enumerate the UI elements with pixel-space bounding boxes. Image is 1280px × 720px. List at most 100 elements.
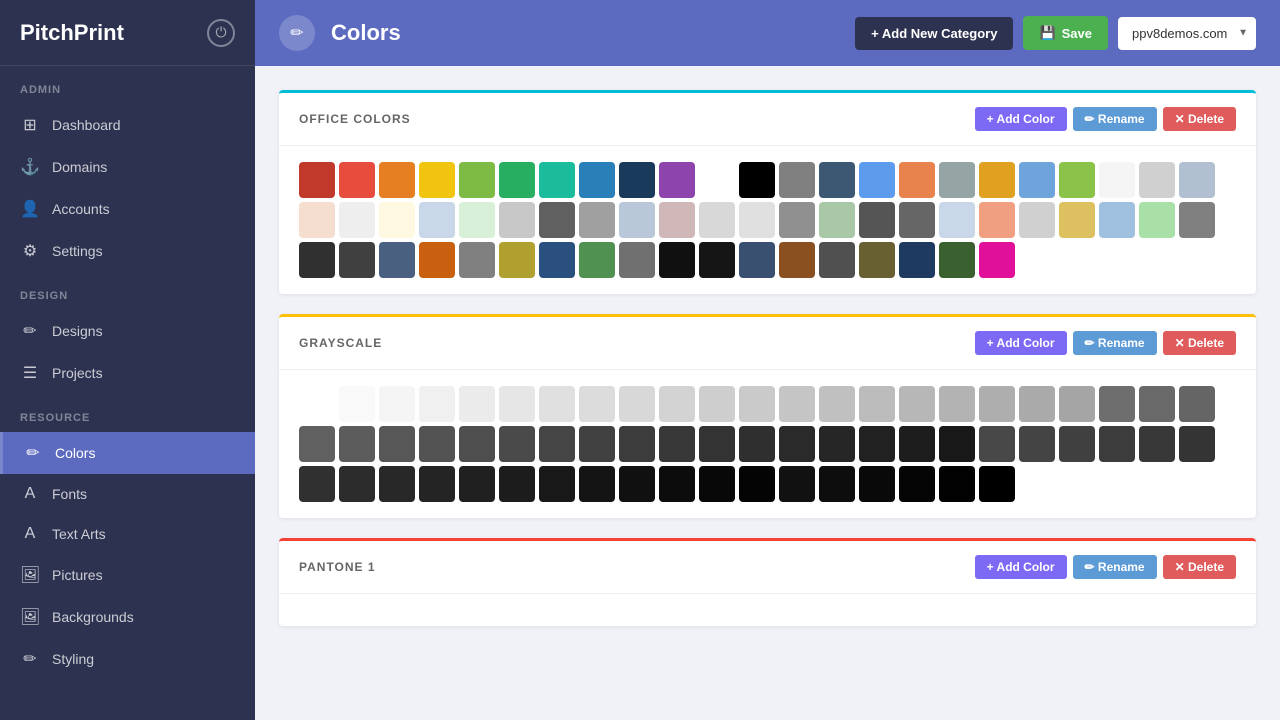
color-swatch[interactable] (779, 426, 815, 462)
color-swatch[interactable] (339, 162, 375, 198)
color-swatch[interactable] (939, 242, 975, 278)
color-swatch[interactable] (299, 242, 335, 278)
rename-button[interactable]: ✏ Rename (1073, 555, 1157, 579)
color-swatch[interactable] (379, 162, 415, 198)
color-swatch[interactable] (459, 466, 495, 502)
color-swatch[interactable] (499, 386, 535, 422)
color-swatch[interactable] (1059, 426, 1095, 462)
color-swatch[interactable] (939, 162, 975, 198)
color-swatch[interactable] (499, 466, 535, 502)
color-swatch[interactable] (699, 466, 735, 502)
color-swatch[interactable] (859, 426, 895, 462)
color-swatch[interactable] (899, 466, 935, 502)
color-swatch[interactable] (779, 242, 815, 278)
color-swatch[interactable] (899, 202, 935, 238)
color-swatch[interactable] (819, 242, 855, 278)
color-swatch[interactable] (339, 426, 375, 462)
color-swatch[interactable] (579, 242, 615, 278)
delete-button[interactable]: ✕ Delete (1163, 331, 1236, 355)
color-swatch[interactable] (819, 426, 855, 462)
color-swatch[interactable] (619, 162, 655, 198)
color-swatch[interactable] (699, 386, 735, 422)
color-swatch[interactable] (339, 202, 375, 238)
color-swatch[interactable] (499, 426, 535, 462)
color-swatch[interactable] (1019, 162, 1055, 198)
color-swatch[interactable] (419, 162, 455, 198)
color-swatch[interactable] (419, 426, 455, 462)
sidebar-item-dashboard[interactable]: ⊞ Dashboard (0, 104, 255, 146)
color-swatch[interactable] (739, 426, 775, 462)
color-swatch[interactable] (499, 162, 535, 198)
delete-button[interactable]: ✕ Delete (1163, 107, 1236, 131)
color-swatch[interactable] (819, 386, 855, 422)
color-swatch[interactable] (939, 466, 975, 502)
sidebar-item-settings[interactable]: ⚙ Settings (0, 230, 255, 272)
color-swatch[interactable] (1139, 426, 1175, 462)
sidebar-item-projects[interactable]: ☰ Projects (0, 352, 255, 394)
color-swatch[interactable] (539, 466, 575, 502)
color-swatch[interactable] (339, 386, 375, 422)
color-swatch[interactable] (739, 386, 775, 422)
color-swatch[interactable] (579, 466, 615, 502)
color-swatch[interactable] (1139, 202, 1175, 238)
add-category-button[interactable]: + Add New Category (855, 17, 1013, 50)
color-swatch[interactable] (299, 162, 335, 198)
color-swatch[interactable] (1019, 202, 1055, 238)
color-swatch[interactable] (299, 466, 335, 502)
color-swatch[interactable] (859, 386, 895, 422)
color-swatch[interactable] (659, 202, 695, 238)
color-swatch[interactable] (699, 162, 735, 198)
color-swatch[interactable] (659, 466, 695, 502)
domain-select[interactable]: ppv8demos.com (1118, 17, 1256, 50)
add-color-button[interactable]: + Add Color (975, 555, 1067, 579)
save-button[interactable]: 💾 Save (1023, 16, 1108, 50)
color-swatch[interactable] (499, 242, 535, 278)
add-color-button[interactable]: + Add Color (975, 331, 1067, 355)
color-swatch[interactable] (819, 162, 855, 198)
color-swatch[interactable] (1179, 426, 1215, 462)
color-swatch[interactable] (899, 162, 935, 198)
color-swatch[interactable] (419, 202, 455, 238)
color-swatch[interactable] (299, 202, 335, 238)
color-swatch[interactable] (579, 426, 615, 462)
color-swatch[interactable] (419, 242, 455, 278)
color-swatch[interactable] (899, 426, 935, 462)
color-swatch[interactable] (939, 426, 975, 462)
color-swatch[interactable] (859, 466, 895, 502)
color-swatch[interactable] (299, 426, 335, 462)
sidebar-item-pictures[interactable]: 🖼 Pictures (0, 554, 255, 596)
color-swatch[interactable] (579, 162, 615, 198)
color-swatch[interactable] (379, 466, 415, 502)
color-swatch[interactable] (739, 466, 775, 502)
color-swatch[interactable] (539, 242, 575, 278)
color-swatch[interactable] (779, 386, 815, 422)
color-swatch[interactable] (979, 162, 1015, 198)
color-swatch[interactable] (459, 386, 495, 422)
color-swatch[interactable] (1019, 386, 1055, 422)
color-swatch[interactable] (899, 242, 935, 278)
color-swatch[interactable] (979, 386, 1015, 422)
color-swatch[interactable] (1179, 386, 1215, 422)
color-swatch[interactable] (739, 242, 775, 278)
color-swatch[interactable] (739, 202, 775, 238)
add-color-button[interactable]: + Add Color (975, 107, 1067, 131)
color-swatch[interactable] (579, 202, 615, 238)
sidebar-item-fonts[interactable]: A Fonts (0, 474, 255, 514)
color-swatch[interactable] (379, 426, 415, 462)
color-swatch[interactable] (579, 386, 615, 422)
color-swatch[interactable] (419, 466, 455, 502)
color-swatch[interactable] (619, 242, 655, 278)
color-swatch[interactable] (1139, 162, 1175, 198)
color-swatch[interactable] (739, 162, 775, 198)
color-swatch[interactable] (1179, 162, 1215, 198)
sidebar-item-colors[interactable]: ✏ Colors (0, 432, 255, 474)
color-swatch[interactable] (1179, 202, 1215, 238)
color-swatch[interactable] (979, 202, 1015, 238)
color-swatch[interactable] (779, 162, 815, 198)
color-swatch[interactable] (699, 202, 735, 238)
sidebar-item-textarts[interactable]: A Text Arts (0, 514, 255, 554)
color-swatch[interactable] (779, 466, 815, 502)
color-swatch[interactable] (539, 162, 575, 198)
color-swatch[interactable] (659, 426, 695, 462)
color-swatch[interactable] (699, 426, 735, 462)
